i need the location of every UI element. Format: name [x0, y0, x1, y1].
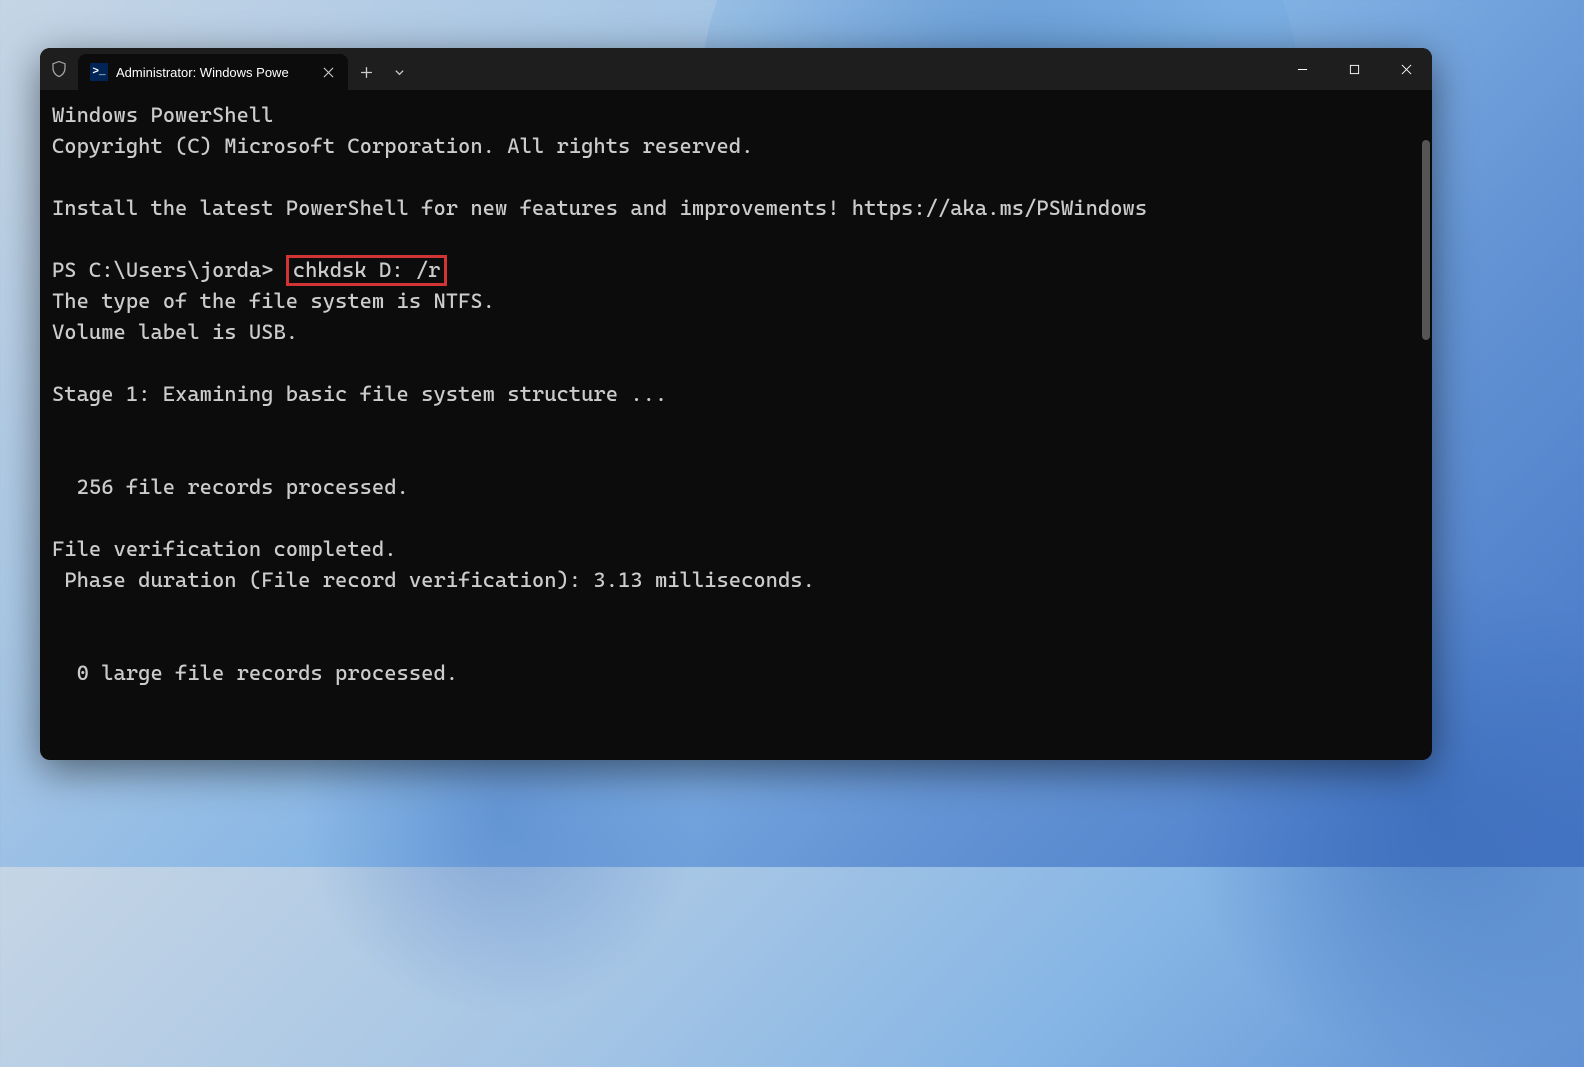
minimize-button[interactable] [1276, 48, 1328, 90]
terminal-text [52, 596, 1420, 627]
window-controls [1276, 48, 1432, 90]
close-tab-button[interactable] [318, 62, 338, 82]
prompt-line: PS C:\Users\jorda> chkdsk D: /r [52, 255, 1420, 286]
terminal-text: The type of the file system is NTFS. [52, 286, 1420, 317]
scrollbar-thumb[interactable] [1422, 140, 1430, 340]
terminal-text: Windows PowerShell [52, 100, 1420, 131]
prompt-text: PS C:\Users\jorda> [52, 258, 286, 282]
terminal-text: 0 large file records processed. [52, 658, 1420, 689]
tab-dropdown-button[interactable] [384, 54, 414, 90]
title-bar-drag-area[interactable] [414, 48, 1276, 90]
terminal-text [52, 224, 1420, 255]
terminal-text: Phase duration (File record verification… [52, 565, 1420, 596]
admin-shield-icon [40, 48, 78, 90]
terminal-text: Volume label is USB. [52, 317, 1420, 348]
terminal-text [52, 441, 1420, 472]
terminal-text: Stage 1: Examining basic file system str… [52, 379, 1420, 410]
terminal-text: File verification completed. [52, 534, 1420, 565]
close-window-button[interactable] [1380, 48, 1432, 90]
terminal-text [52, 627, 1420, 658]
highlighted-command: chkdsk D: /r [286, 255, 448, 286]
terminal-tab[interactable]: >_ Administrator: Windows Powe [78, 54, 348, 90]
new-tab-button[interactable] [348, 54, 384, 90]
title-bar: >_ Administrator: Windows Powe [40, 48, 1432, 90]
powershell-icon: >_ [90, 63, 108, 81]
terminal-text: 256 file records processed. [52, 472, 1420, 503]
terminal-text [52, 503, 1420, 534]
terminal-text: Copyright (C) Microsoft Corporation. All… [52, 131, 1420, 162]
tab-title: Administrator: Windows Powe [116, 65, 312, 80]
terminal-text [52, 348, 1420, 379]
terminal-output-area[interactable]: Windows PowerShellCopyright (C) Microsof… [40, 90, 1432, 760]
terminal-text: Install the latest PowerShell for new fe… [52, 193, 1420, 224]
terminal-window: >_ Administrator: Windows Powe Wind [40, 48, 1432, 760]
maximize-button[interactable] [1328, 48, 1380, 90]
terminal-text [52, 162, 1420, 193]
terminal-text [52, 410, 1420, 441]
